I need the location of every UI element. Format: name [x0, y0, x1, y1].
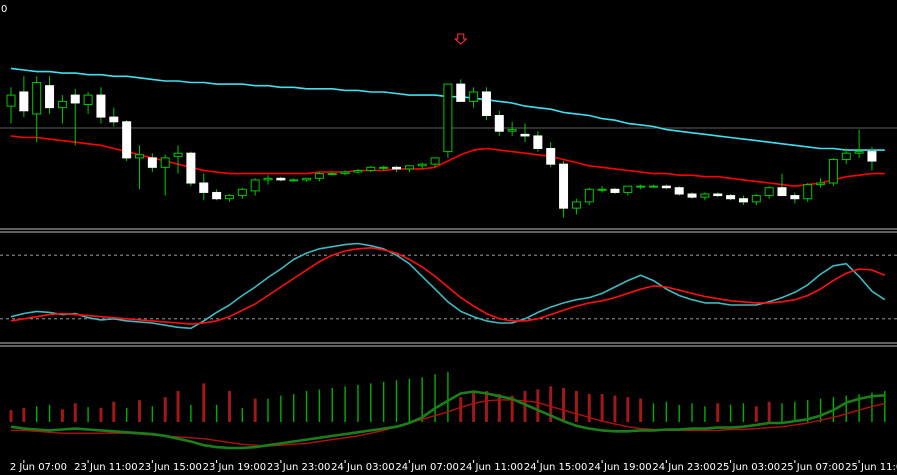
candle-body: [546, 147, 556, 165]
time-tick-label: 24 Jun 11:00: [460, 462, 524, 473]
candle-body: [456, 83, 466, 102]
candle-body: [122, 121, 132, 159]
candle-body: [636, 185, 646, 188]
time-tick-label: 23 Jun 15:00: [138, 462, 202, 473]
candle-body: [404, 165, 414, 170]
chart-canvas: 0 2 Jun 07:00 23 Jun 11:00 23 Jun 15:00 23 …: [0, 0, 897, 475]
candle-body: [597, 188, 607, 191]
candle-body: [224, 195, 234, 200]
candle-body: [726, 195, 736, 200]
candle-body: [392, 166, 401, 170]
candle-body: [481, 91, 491, 117]
candle-body: [559, 163, 569, 209]
candle-body: [443, 83, 453, 153]
candle-body: [19, 91, 29, 112]
candle-body: [751, 195, 761, 203]
time-tick-label: 24 Jun 03:00: [331, 462, 395, 473]
candle-body: [623, 185, 633, 193]
candle-body: [366, 166, 376, 171]
time-tick-label: 2 Jun 07:00: [10, 462, 67, 473]
candle-body: [379, 166, 389, 169]
time-tick-label: 24 Jun 23:00: [652, 462, 716, 473]
candle-body: [83, 94, 93, 106]
time-tick-label: 23 Jun 11:00: [74, 462, 138, 473]
candle-body: [713, 193, 723, 197]
candle-body: [417, 163, 427, 167]
candle-body: [147, 157, 157, 168]
candle-body: [674, 187, 684, 195]
candle-body: [6, 94, 16, 107]
candle-body: [764, 187, 774, 197]
time-tick-label: 25 Jun 07:00: [781, 462, 845, 473]
candle-body: [841, 152, 851, 160]
candle-body: [816, 182, 826, 186]
candle-body: [96, 94, 106, 118]
candle-body: [109, 116, 119, 123]
corner-price-label: 0: [1, 4, 7, 15]
candle-body: [314, 173, 324, 179]
candle-body: [867, 151, 877, 162]
candle-body: [57, 100, 67, 109]
candle-body: [828, 158, 838, 184]
candle-body: [135, 154, 144, 159]
candle-body: [790, 195, 800, 200]
time-tick-label: 24 Jun 15:00: [524, 462, 588, 473]
candle-body: [263, 177, 273, 181]
candle-body: [302, 177, 312, 181]
candle-body: [45, 85, 55, 109]
candle-body: [738, 198, 748, 203]
candle-body: [571, 201, 581, 209]
candle-body: [160, 157, 170, 168]
candle-body: [186, 152, 196, 184]
candle-body: [32, 82, 42, 115]
candle-body: [327, 173, 337, 176]
candle-body: [777, 187, 787, 197]
candle-body: [199, 182, 209, 193]
time-tick-label: 23 Jun 23:00: [267, 462, 331, 473]
candle-body: [237, 188, 247, 197]
candle-body: [700, 193, 710, 198]
candle-body: [250, 179, 260, 192]
candle-body: [584, 188, 594, 203]
candle-body: [661, 185, 671, 189]
candle-body: [610, 188, 620, 193]
candle-body: [353, 169, 363, 173]
candle-body: [70, 94, 80, 104]
candle-body: [212, 191, 222, 200]
candle-body: [854, 151, 864, 154]
candle-body: [469, 91, 479, 102]
candle-body: [289, 179, 299, 182]
candle-body: [276, 177, 286, 181]
candle-body: [340, 171, 350, 175]
time-tick-label: 25 Jun 03:00: [717, 462, 781, 473]
candle-body: [533, 135, 543, 149]
time-tick-label: 24 Jun 07:00: [395, 462, 459, 473]
candle-body: [494, 115, 504, 132]
time-tick-label: 24 Jun 19:00: [588, 462, 652, 473]
candle-body: [649, 185, 658, 188]
candle-body: [687, 193, 697, 198]
candle-body: [507, 129, 517, 132]
time-tick-label: 23 Jun 19:00: [203, 462, 267, 473]
candle-body: [803, 184, 813, 200]
candle-body: [520, 133, 530, 137]
time-tick-label: 25 Jun 11:00: [845, 462, 897, 473]
candle-body: [173, 152, 183, 157]
candle-body: [430, 157, 440, 165]
